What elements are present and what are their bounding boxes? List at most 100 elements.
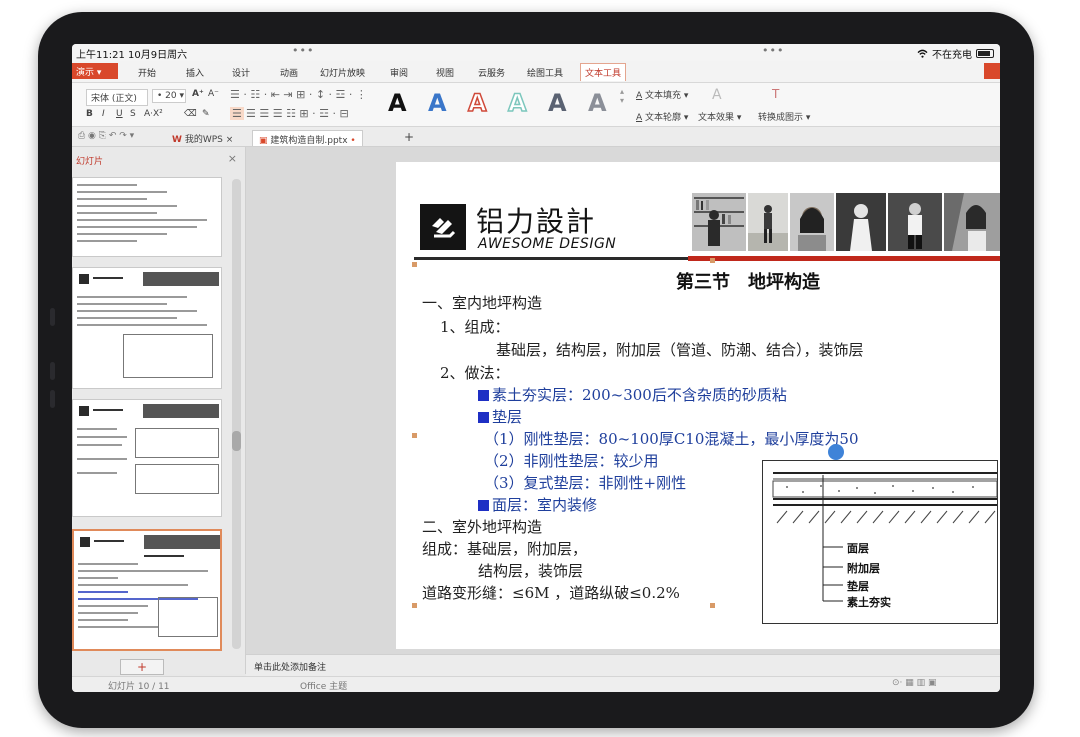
outdoor-composition-2[interactable]: 结构层，装饰层 xyxy=(478,560,583,581)
multitask-dots[interactable]: ••• xyxy=(762,44,784,57)
text-effect-icon: A xyxy=(712,87,722,103)
grow-font-icon[interactable]: A⁺ xyxy=(192,89,204,99)
status-bar: 上午11:21 10月9日周六 ••• ••• 不在充电 xyxy=(72,44,1000,61)
slide-thumbnail[interactable] xyxy=(72,399,222,517)
outdoor-composition[interactable]: 组成：基础层，附加层， xyxy=(422,538,587,559)
align-icons[interactable]: ☰ ☰ ☰ ☷ ⊞ · ☲ · ⊟ xyxy=(246,107,349,120)
art-style-red-outline[interactable]: A xyxy=(467,88,487,118)
rotate-handle[interactable] xyxy=(828,444,844,460)
resize-handle[interactable] xyxy=(412,262,417,267)
brand-logo xyxy=(420,204,466,250)
art-style-blue[interactable]: A xyxy=(428,89,447,117)
tab-slideshow[interactable]: 幻灯片放映 xyxy=(320,66,365,79)
cushion-composite[interactable]: （3）复式垫层：非刚性+刚性 xyxy=(484,472,686,493)
slide-thumbnail[interactable] xyxy=(72,267,222,389)
resize-handle[interactable] xyxy=(710,603,715,608)
road-joint-text[interactable]: 道路变形缝：≤6M ，道路纵破≤0.2% xyxy=(422,582,680,603)
eraser-icon[interactable]: ⌫ xyxy=(184,109,197,119)
side-sensor xyxy=(50,308,55,326)
notes-placeholder[interactable]: 单击此处添加备注 xyxy=(254,660,326,673)
quick-access-icons[interactable]: ⎙ ◉ ⎘ ↶ ↷ ▾ xyxy=(78,131,134,141)
item-method[interactable]: 2、做法： xyxy=(440,362,510,383)
notes-bar[interactable]: 单击此处添加备注 xyxy=(246,654,1000,676)
resize-handle[interactable] xyxy=(412,603,417,608)
bullet-cushion[interactable]: 垫层 xyxy=(478,406,522,427)
text-fill-button[interactable]: A 文本填充 ▾ xyxy=(636,88,688,101)
tab-drawing-tools[interactable]: 绘图工具 xyxy=(527,66,563,79)
bullet-square-icon xyxy=(478,500,489,511)
tab-insert[interactable]: 插入 xyxy=(186,66,204,79)
tab-file[interactable]: ▣ 建筑构造自制.pptx • xyxy=(252,130,363,146)
convert-art-button[interactable]: 转换成图示 ▾ xyxy=(758,110,810,123)
item-composition[interactable]: 1、组成： xyxy=(440,316,510,337)
cushion-nonrigid[interactable]: （2）非刚性垫层：较少用 xyxy=(484,450,659,471)
tab-cloud[interactable]: 云服务 xyxy=(478,66,505,79)
tab-design[interactable]: 设计 xyxy=(232,66,250,79)
tab-start[interactable]: 开始 xyxy=(138,66,156,79)
slide-count: 幻灯片 10 / 11 xyxy=(108,682,170,692)
logo-english-text: AWESOME DESIGN xyxy=(478,236,617,252)
align-left-icon[interactable]: ☰ xyxy=(230,107,244,120)
underline-button[interactable]: U xyxy=(116,109,123,119)
scrollbar-handle[interactable] xyxy=(232,431,241,451)
font-size-select[interactable]: • 20 ▾ xyxy=(152,89,186,103)
text-outline-button[interactable]: A 文本轮廓 ▾ xyxy=(636,110,688,123)
slide-thumbnails-panel: 幻灯片 × + xyxy=(72,147,246,675)
bullet-soil[interactable]: 素土夯实层：200~300后不含杂质的砂质粘 xyxy=(478,384,787,405)
bullet-square-icon xyxy=(478,390,489,401)
new-tab-button[interactable]: + xyxy=(404,130,414,144)
heading-outdoor[interactable]: 二、室外地坪构造 xyxy=(422,516,542,537)
portrait-photo xyxy=(888,193,942,251)
composition-text[interactable]: 基础层，结构层，附加层（管道、防潮、结合），装饰层 xyxy=(496,339,864,360)
shrink-font-icon[interactable]: A⁻ xyxy=(208,89,219,99)
slide-canvas[interactable]: 铝力設計 AWESOME DESIGN 第三节 地坪构造 一、室内地坪构造 1、… xyxy=(396,162,1000,649)
multitask-dots[interactable]: ••• xyxy=(292,44,314,57)
highlight-icon[interactable]: ✎ xyxy=(202,109,210,119)
floor-section-diagram[interactable]: 面层 附加层 垫层 素土夯实 xyxy=(762,460,998,624)
strike-button[interactable]: S xyxy=(130,109,136,119)
text-toolbar: 宋体 (正文) • 20 ▾ A⁺ A⁻ B I U S A·X² ⌫ ✎ ☰ … xyxy=(72,83,1000,127)
header-accent-bar xyxy=(688,256,1000,261)
text-effect-button[interactable]: 文本效果 ▾ xyxy=(698,110,741,123)
thumbnails-header: 幻灯片 xyxy=(76,157,104,167)
art-style-teal-outline[interactable]: A xyxy=(507,88,527,118)
label-cushion-layer: 垫层 xyxy=(847,580,869,593)
list-icons[interactable]: ☰ · ☷ · ⇤ ⇥ ⊞ · ↕ · ☲ · ⋮ xyxy=(230,88,367,101)
slide-thumbnail[interactable] xyxy=(72,177,222,257)
cushion-rigid[interactable]: （1）刚性垫层：80~100厚C10混凝土，最小厚度为50 xyxy=(484,428,858,449)
art-style-light-gray[interactable]: A xyxy=(588,89,607,117)
art-style-black[interactable]: A xyxy=(388,89,407,117)
side-sensor xyxy=(50,390,55,408)
slide-thumbnail-active[interactable] xyxy=(72,529,222,651)
close-icon[interactable]: × xyxy=(228,152,237,165)
portrait-photo xyxy=(944,193,1000,251)
side-sensor xyxy=(50,362,55,380)
app-status-bar: 幻灯片 10 / 11 Office 主题 ⊙· ▦ ▥ ▣ xyxy=(72,676,1000,692)
resize-handle[interactable] xyxy=(710,258,715,263)
slide-title[interactable]: 第三节 地坪构造 xyxy=(676,268,820,294)
tab-text-tools[interactable]: 文本工具 xyxy=(580,63,627,81)
tab-animation[interactable]: 动画 xyxy=(280,66,298,79)
label-additional-layer: 附加层 xyxy=(847,562,880,575)
tab-my-wps[interactable]: W 我的WPS × xyxy=(166,130,239,146)
charging-status: 不在充电 xyxy=(932,50,972,61)
tab-view[interactable]: 视图 xyxy=(436,66,454,79)
bold-button[interactable]: B xyxy=(86,109,93,119)
italic-button[interactable]: I xyxy=(102,109,105,119)
portrait-photo xyxy=(836,193,886,251)
resize-handle[interactable] xyxy=(412,433,417,438)
art-style-gray[interactable]: A xyxy=(548,89,567,117)
theme-name: Office 主题 xyxy=(300,682,348,692)
app-menu-button[interactable]: 演示 ▾ xyxy=(72,63,118,79)
bullet-surface[interactable]: 面层：室内装修 xyxy=(478,494,597,515)
tab-review[interactable]: 审阅 xyxy=(390,66,408,79)
heading-indoor[interactable]: 一、室内地坪构造 xyxy=(422,292,542,313)
add-slide-button[interactable]: + xyxy=(120,659,164,675)
bookshelf-photo xyxy=(692,193,746,251)
thumbnails-scrollbar[interactable] xyxy=(232,179,241,649)
superscript-button[interactable]: A·X² xyxy=(144,109,163,119)
status-right: 不在充电 xyxy=(917,46,994,61)
font-name-select[interactable]: 宋体 (正文) xyxy=(86,89,148,106)
view-mode-icons[interactable]: ⊙· ▦ ▥ ▣ xyxy=(892,678,937,688)
styles-more-icon[interactable]: ▴ ▾ xyxy=(620,87,624,105)
